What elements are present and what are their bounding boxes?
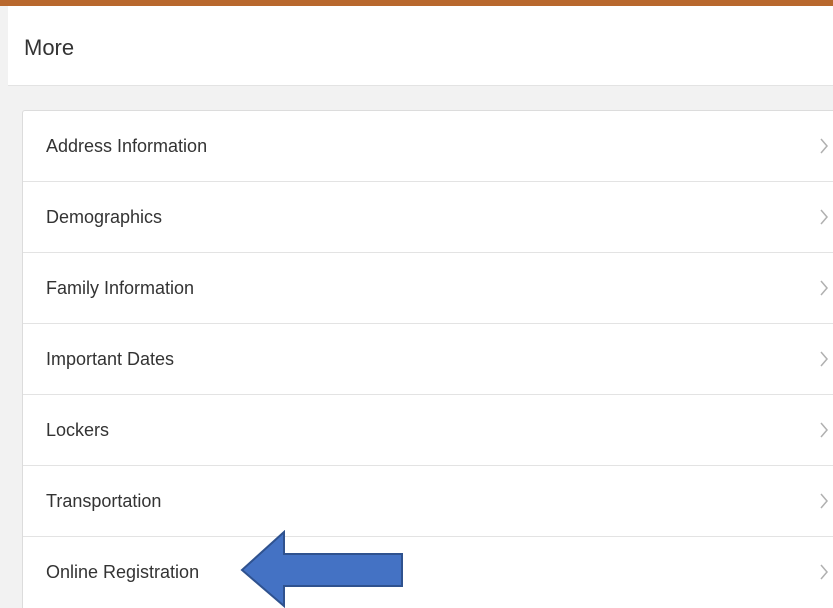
- more-menu-list: Address Information Demographics Family …: [22, 110, 833, 608]
- chevron-right-icon: [820, 422, 828, 438]
- list-item-address-information[interactable]: Address Information: [23, 111, 833, 182]
- content-area: Address Information Demographics Family …: [8, 86, 833, 608]
- list-item-label: Lockers: [46, 420, 110, 440]
- list-item-label: Address Information: [46, 136, 208, 156]
- chevron-right-icon: [820, 351, 828, 367]
- chevron-right-icon: [820, 564, 828, 580]
- list-item-label: Demographics: [46, 207, 163, 227]
- list-item-lockers[interactable]: Lockers: [23, 395, 833, 466]
- list-item-label: Online Registration: [46, 562, 200, 582]
- page-header: More: [8, 6, 833, 86]
- list-item-important-dates[interactable]: Important Dates: [23, 324, 833, 395]
- list-item-label: Family Information: [46, 278, 195, 298]
- page-title: More: [24, 35, 75, 60]
- list-item-transportation[interactable]: Transportation: [23, 466, 833, 537]
- list-item-demographics[interactable]: Demographics: [23, 182, 833, 253]
- chevron-right-icon: [820, 493, 828, 509]
- chevron-right-icon: [820, 138, 828, 154]
- list-item-family-information[interactable]: Family Information: [23, 253, 833, 324]
- list-item-label: Important Dates: [46, 349, 175, 369]
- chevron-right-icon: [820, 280, 828, 296]
- list-item-online-registration[interactable]: Online Registration: [23, 537, 833, 608]
- chevron-right-icon: [820, 209, 828, 225]
- list-item-label: Transportation: [46, 491, 162, 511]
- arrow-left-icon: [240, 530, 403, 608]
